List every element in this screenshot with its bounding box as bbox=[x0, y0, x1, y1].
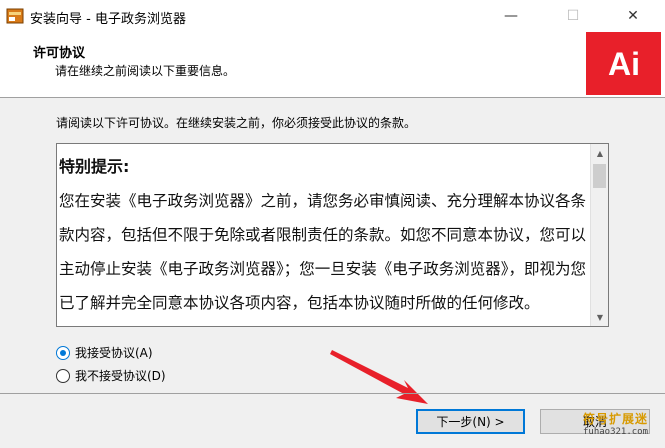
accept-label: 我接受协议(A) bbox=[75, 346, 153, 360]
window-title: 安装向导 - 电子政务浏览器 bbox=[30, 12, 186, 27]
scroll-thumb[interactable] bbox=[593, 164, 606, 188]
page-title: 许可协议 bbox=[33, 46, 86, 61]
accept-option[interactable]: 我接受协议(A) bbox=[56, 344, 153, 361]
next-button[interactable]: 下一步(N) > bbox=[416, 409, 525, 434]
license-heading: 特别提示: bbox=[59, 157, 130, 176]
decline-option[interactable]: 我不接受协议(D) bbox=[56, 367, 166, 384]
license-intro: 请阅读以下许可协议。在继续安装之前，你必须接受此协议的条款。 bbox=[56, 116, 417, 130]
red-arrow-annotation bbox=[330, 350, 428, 404]
maximize-button[interactable]: ☐ bbox=[550, 0, 596, 32]
license-content: 特别提示: 您在安装《电子政务浏览器》之前，请您务必审慎阅读、充分理解本协议各条… bbox=[59, 150, 589, 320]
scroll-up-icon[interactable]: ▲ bbox=[591, 144, 608, 162]
decline-label: 我不接受协议(D) bbox=[75, 369, 166, 383]
installer-app-icon bbox=[6, 8, 24, 24]
license-body: 您在安装《电子政务浏览器》之前，请您务必审慎阅读、充分理解本协议各条款内容，包括… bbox=[59, 192, 587, 312]
title-bar: 安装向导 - 电子政务浏览器 — ☐ ✕ bbox=[0, 0, 665, 32]
maximize-icon: ☐ bbox=[566, 8, 580, 24]
svg-text:Ai: Ai bbox=[608, 46, 640, 82]
accept-radio[interactable] bbox=[56, 345, 70, 360]
license-textbox[interactable]: 特别提示: 您在安装《电子政务浏览器》之前，请您务必审慎阅读、充分理解本协议各条… bbox=[56, 143, 609, 327]
footer-divider bbox=[0, 393, 665, 394]
close-icon: ✕ bbox=[627, 8, 639, 24]
site-watermark: 符号扩展迷 fuhao321.com bbox=[568, 410, 663, 446]
watermark-url: fuhao321.com bbox=[582, 427, 649, 437]
license-scrollbar[interactable]: ▲ ▼ bbox=[590, 144, 608, 326]
close-button[interactable]: ✕ bbox=[610, 0, 656, 32]
wizard-header: 许可协议 请在继续之前阅读以下重要信息。 Ai bbox=[0, 32, 665, 98]
minimize-button[interactable]: — bbox=[488, 0, 534, 32]
brand-logo: Ai bbox=[586, 32, 661, 95]
decline-radio[interactable] bbox=[56, 368, 70, 383]
watermark-title: 符号扩展迷 bbox=[582, 412, 648, 426]
page-subtitle: 请在继续之前阅读以下重要信息。 bbox=[55, 64, 236, 78]
scroll-down-icon[interactable]: ▼ bbox=[591, 308, 608, 326]
ai-logo-icon: Ai bbox=[608, 46, 640, 82]
minimize-icon: — bbox=[504, 8, 518, 24]
